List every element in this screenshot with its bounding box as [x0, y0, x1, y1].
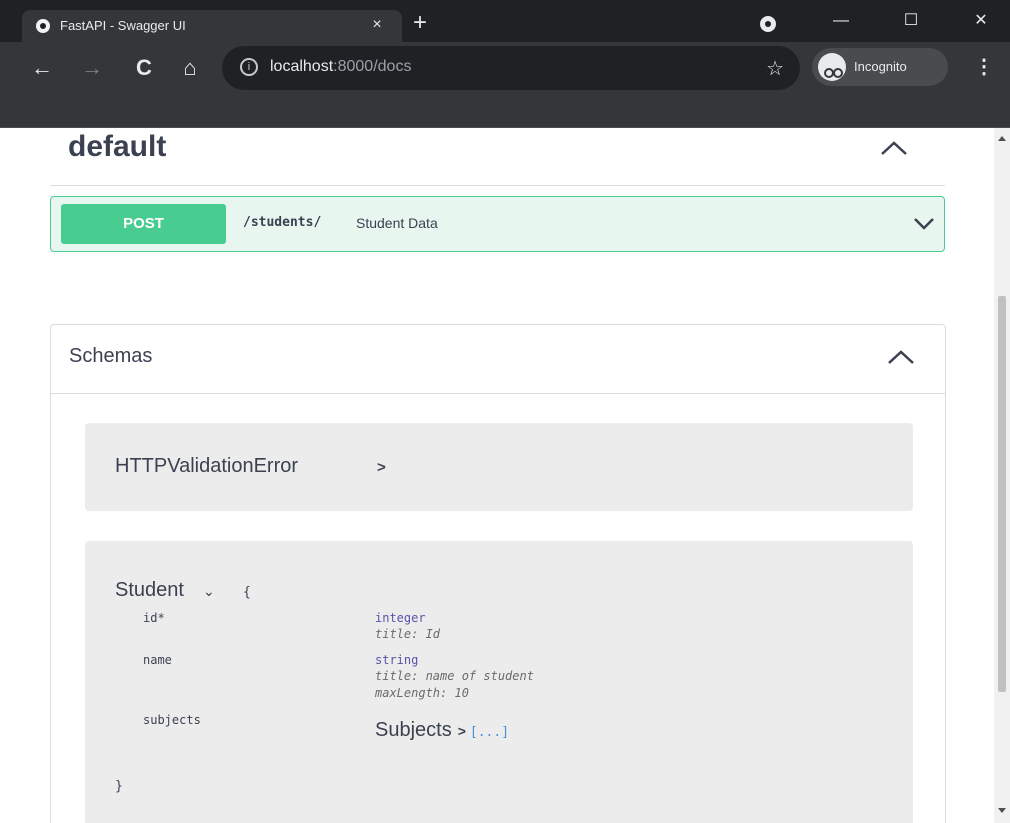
url-host: localhost [270, 58, 334, 75]
property-title: title: name of student [375, 669, 534, 683]
address-bar[interactable]: i localhost:8000/docs ☆ [222, 46, 800, 90]
chevron-up-icon[interactable] [874, 134, 914, 164]
schemas-title[interactable]: Schemas [69, 345, 152, 368]
property-title: title: Id [375, 627, 441, 641]
incognito-icon [818, 53, 846, 81]
info-icon[interactable]: i [240, 58, 258, 76]
scroll-down-icon[interactable] [998, 808, 1006, 813]
browser-toolbar: ← → C ⌂ i localhost:8000/docs ☆ Incognit… [0, 42, 1010, 128]
browser-menu-icon[interactable]: ⋮ [974, 52, 994, 82]
url-path: :8000/docs [333, 58, 412, 75]
swagger-page: default POST /students/ Student Data Sch… [0, 128, 994, 823]
expand-arrow-icon[interactable]: > [458, 723, 466, 739]
browser-tab[interactable]: FastAPI - Swagger UI × [22, 10, 402, 42]
back-button[interactable]: ← [28, 54, 56, 82]
property-type: integer [375, 611, 426, 625]
schemas-divider [51, 393, 945, 394]
home-button[interactable]: ⌂ [176, 54, 204, 82]
incognito-badge[interactable]: Incognito [812, 48, 948, 86]
tag-title[interactable]: default [68, 130, 166, 164]
new-tab-button[interactable]: + [408, 11, 432, 36]
bookmark-star-icon[interactable]: ☆ [766, 56, 784, 81]
vertical-scrollbar[interactable] [994, 128, 1010, 823]
expand-arrow-icon[interactable]: > [377, 459, 386, 476]
property-name: subjects [143, 713, 201, 727]
operation-summary: Student Data [356, 215, 438, 231]
forward-button[interactable]: → [78, 54, 106, 82]
incognito-label: Incognito [854, 59, 907, 74]
close-brace: } [115, 779, 123, 794]
operation-path: /students/ [243, 215, 322, 230]
tab-title: FastAPI - Swagger UI [60, 18, 186, 33]
property-type: string [375, 653, 419, 667]
subjects-model-ref[interactable]: Subjects > [...] [375, 719, 509, 742]
model-name[interactable]: Student [115, 579, 184, 602]
fastapi-favicon-icon [36, 19, 50, 33]
minimize-button[interactable]: — [826, 8, 856, 34]
tab-close-icon[interactable]: × [367, 15, 387, 35]
chevron-up-icon[interactable] [881, 343, 921, 373]
scroll-up-icon[interactable] [998, 136, 1006, 141]
model-student: Student ⌄ { id* integer title: Id name s… [85, 541, 913, 823]
chevron-down-icon[interactable] [909, 209, 939, 239]
operation-post-students[interactable]: POST /students/ Student Data [50, 196, 945, 252]
property-name: id* [143, 611, 165, 625]
model-name: HTTPValidationError [115, 455, 299, 477]
property-maxlength: maxLength: 10 [375, 686, 469, 700]
scrollbar-thumb[interactable] [998, 296, 1006, 692]
close-window-button[interactable]: ✕ [966, 8, 996, 34]
model-httpvalidationerror[interactable]: HTTPValidationError > [85, 423, 913, 511]
ref-name: Subjects [375, 719, 452, 741]
browser-tab-bar: FastAPI - Swagger UI × + — ☐ ✕ [0, 0, 1010, 42]
open-brace: { [243, 585, 251, 600]
collapse-toggle-icon[interactable]: ⌄ [203, 583, 215, 600]
schemas-section: Schemas HTTPValidationError > Student ⌄ … [50, 324, 946, 823]
method-badge: POST [61, 204, 226, 244]
tag-divider [50, 185, 945, 186]
tab-search-icon[interactable] [760, 16, 776, 32]
reload-button[interactable]: C [130, 54, 158, 82]
property-name: name [143, 653, 172, 667]
maximize-button[interactable]: ☐ [896, 8, 926, 34]
array-bracket[interactable]: [...] [470, 725, 509, 740]
